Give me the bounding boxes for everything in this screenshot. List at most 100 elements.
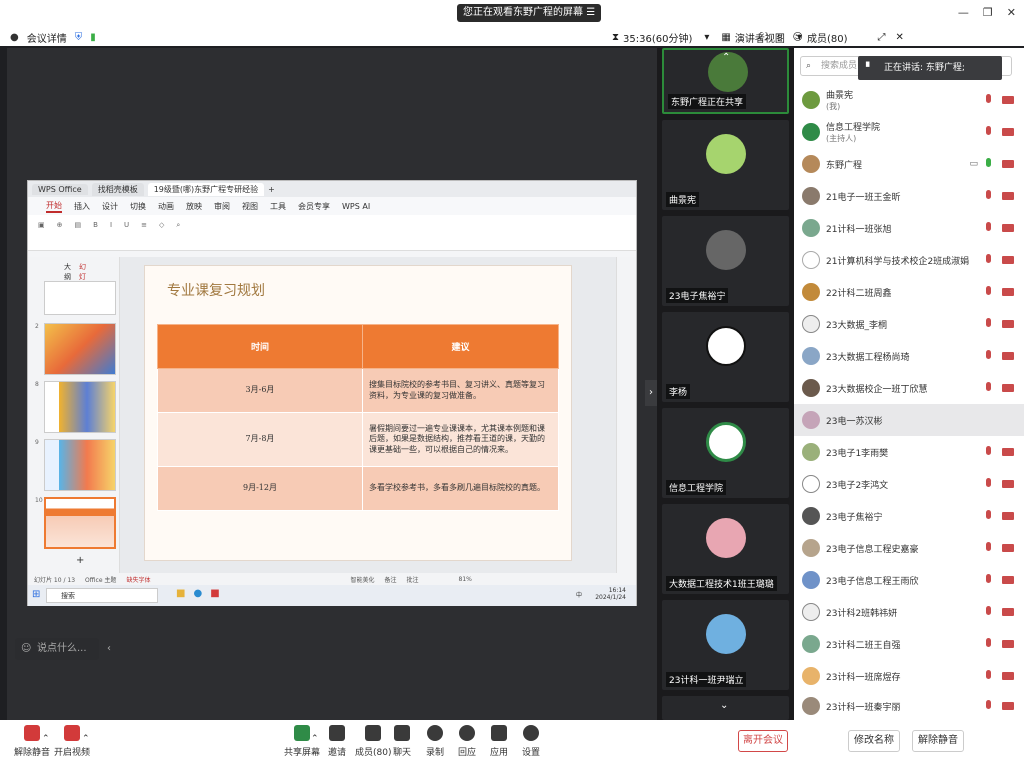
- edge-icon[interactable]: ●: [193, 588, 202, 599]
- camera-off-icon[interactable]: [1002, 606, 1014, 618]
- slide-canvas[interactable]: 专业课复习规划 时间 建议 3月-6月 搜集目标院校的参考书目、复习讲义、真题等…: [144, 265, 572, 561]
- slide-thumbnail-active[interactable]: [44, 497, 116, 549]
- mic-muted-icon[interactable]: [984, 542, 994, 554]
- collapse-strip-button[interactable]: ›: [645, 380, 657, 406]
- participant-row[interactable]: 21计科一班张旭: [794, 212, 1024, 244]
- menu-icon[interactable]: ☰: [586, 7, 595, 18]
- video-tile[interactable]: 23电子焦裕宁: [662, 216, 789, 306]
- camera-off-icon[interactable]: [1002, 94, 1014, 106]
- participant-row[interactable]: 23计科一班秦宇丽: [794, 692, 1024, 720]
- chevron-up-icon[interactable]: ⌃: [722, 52, 730, 63]
- video-tile[interactable]: 大数据工程技术1班王璐璐: [662, 504, 789, 594]
- taskbar-lang[interactable]: 中: [576, 590, 582, 599]
- menu-item[interactable]: WPS AI: [342, 202, 370, 211]
- close-panel-icon[interactable]: ✕: [895, 32, 903, 43]
- find-icon[interactable]: ⌕: [176, 221, 180, 244]
- participant-row[interactable]: 23计科2班韩祎妍: [794, 596, 1024, 628]
- chevron-up-icon[interactable]: ⌃: [311, 734, 319, 744]
- participant-row[interactable]: 23大数据校企一班丁欣慧: [794, 372, 1024, 404]
- members-button[interactable]: 成员(80): [355, 725, 391, 758]
- bold-icon[interactable]: B: [93, 221, 98, 244]
- menu-item[interactable]: 切换: [130, 201, 146, 212]
- camera-off-icon[interactable]: [1002, 478, 1014, 490]
- participant-row[interactable]: 21电子一班王金昕: [794, 180, 1024, 212]
- wps-tab[interactable]: 找稻壳模板: [91, 182, 144, 196]
- format-icon[interactable]: ▤: [75, 221, 82, 244]
- sidebar-icon[interactable]: ▯: [777, 32, 783, 43]
- chevron-up-icon[interactable]: ⌃: [82, 734, 90, 744]
- mic-muted-icon[interactable]: [984, 350, 994, 362]
- participant-row[interactable]: 23计科一班席煜存: [794, 660, 1024, 692]
- meeting-timer[interactable]: 35:36(60分钟): [623, 30, 692, 45]
- signal-icon[interactable]: ▮: [90, 32, 96, 43]
- video-tile[interactable]: 23计科一班尹瑞立: [662, 600, 789, 690]
- popout-icon[interactable]: ⤢: [877, 32, 885, 43]
- comment-button[interactable]: 批注: [406, 575, 418, 584]
- taskbar-search[interactable]: 搜索: [46, 588, 158, 603]
- camera-off-icon[interactable]: [1002, 446, 1014, 458]
- menu-item[interactable]: 开始: [46, 200, 62, 213]
- mic-muted-icon[interactable]: [984, 382, 994, 394]
- camera-off-icon[interactable]: [1002, 190, 1014, 202]
- slide-thumbnail[interactable]: [44, 323, 116, 375]
- record-button[interactable]: 录制: [426, 725, 444, 758]
- notes-button[interactable]: 备注: [384, 575, 396, 584]
- camera-off-icon[interactable]: [1002, 126, 1014, 138]
- wps-icon[interactable]: ■: [210, 588, 219, 599]
- camera-off-icon[interactable]: [1002, 158, 1014, 170]
- mic-muted-icon[interactable]: [984, 700, 994, 712]
- camera-off-icon[interactable]: [1002, 318, 1014, 330]
- windows-start-icon[interactable]: ⊞: [32, 589, 40, 600]
- apps-button[interactable]: 应用: [490, 725, 508, 758]
- mic-muted-icon[interactable]: [984, 190, 994, 202]
- mic-muted-icon[interactable]: [984, 670, 994, 682]
- menu-item[interactable]: 插入: [74, 201, 90, 212]
- participant-row[interactable]: 23电子1李雨樊: [794, 436, 1024, 468]
- restore-icon[interactable]: ❐: [983, 6, 993, 19]
- menu-item[interactable]: 工具: [270, 201, 286, 212]
- leave-meeting-button[interactable]: 离开会议: [738, 730, 788, 752]
- mic-muted-icon[interactable]: [984, 510, 994, 522]
- mic-muted-icon[interactable]: [984, 318, 994, 330]
- align-icon[interactable]: ≡: [141, 221, 147, 244]
- camera-off-icon[interactable]: [1002, 542, 1014, 554]
- wps-tab[interactable]: WPS Office: [32, 183, 88, 195]
- participant-row[interactable]: 23电子信息工程王雨欣: [794, 564, 1024, 596]
- mic-muted-icon[interactable]: [984, 222, 994, 234]
- chat-button[interactable]: 聊天: [393, 725, 411, 758]
- mic-muted-icon[interactable]: [984, 638, 994, 650]
- camera-off-icon[interactable]: [1002, 222, 1014, 234]
- participant-row[interactable]: 23电子2李鸿文: [794, 468, 1024, 500]
- fullscreen-icon[interactable]: ⛶: [760, 32, 767, 43]
- camera-off-icon[interactable]: [1002, 574, 1014, 586]
- mic-muted-icon[interactable]: [984, 478, 994, 490]
- participant-row[interactable]: 23电子信息工程史嘉豪: [794, 532, 1024, 564]
- camera-off-icon[interactable]: [1002, 700, 1014, 712]
- mic-muted-icon[interactable]: [984, 606, 994, 618]
- menu-item[interactable]: 动画: [158, 201, 174, 212]
- participant-row[interactable]: 22计科二班周鑫: [794, 276, 1024, 308]
- minimize-icon[interactable]: —: [958, 6, 969, 19]
- camera-off-icon[interactable]: [1002, 510, 1014, 522]
- new-slide-icon[interactable]: ⊕: [57, 221, 63, 244]
- members-count[interactable]: 成员(80): [807, 30, 848, 45]
- sharing-banner[interactable]: 您正在观看东野广程的屏幕 ☰: [457, 4, 602, 22]
- camera-off-icon[interactable]: [1002, 638, 1014, 650]
- smart-beautify[interactable]: 智能美化: [350, 575, 374, 584]
- mic-muted-icon[interactable]: [984, 286, 994, 298]
- chevron-left-icon[interactable]: ‹: [107, 638, 111, 660]
- video-tile[interactable]: 信息工程学院: [662, 408, 789, 498]
- participant-row[interactable]: 信息工程学院 (主持人): [794, 116, 1024, 148]
- participant-row[interactable]: 曲景宪 (我): [794, 84, 1024, 116]
- participant-row[interactable]: 21计算机科学与技术校企2班成淑娟: [794, 244, 1024, 276]
- zoom-level[interactable]: 81%: [459, 576, 472, 583]
- shield-icon[interactable]: ⛨: [75, 32, 83, 43]
- participant-row[interactable]: 23电子焦裕宁: [794, 500, 1024, 532]
- camera-off-icon[interactable]: [1002, 670, 1014, 682]
- participant-row[interactable]: 东野广程 ▭: [794, 148, 1024, 180]
- camera-off-icon[interactable]: [1002, 254, 1014, 266]
- mic-muted-icon[interactable]: [984, 126, 994, 138]
- video-tile[interactable]: 曲景宪: [662, 120, 789, 210]
- camera-off-icon[interactable]: [1002, 382, 1014, 394]
- mic-muted-icon[interactable]: [984, 254, 994, 266]
